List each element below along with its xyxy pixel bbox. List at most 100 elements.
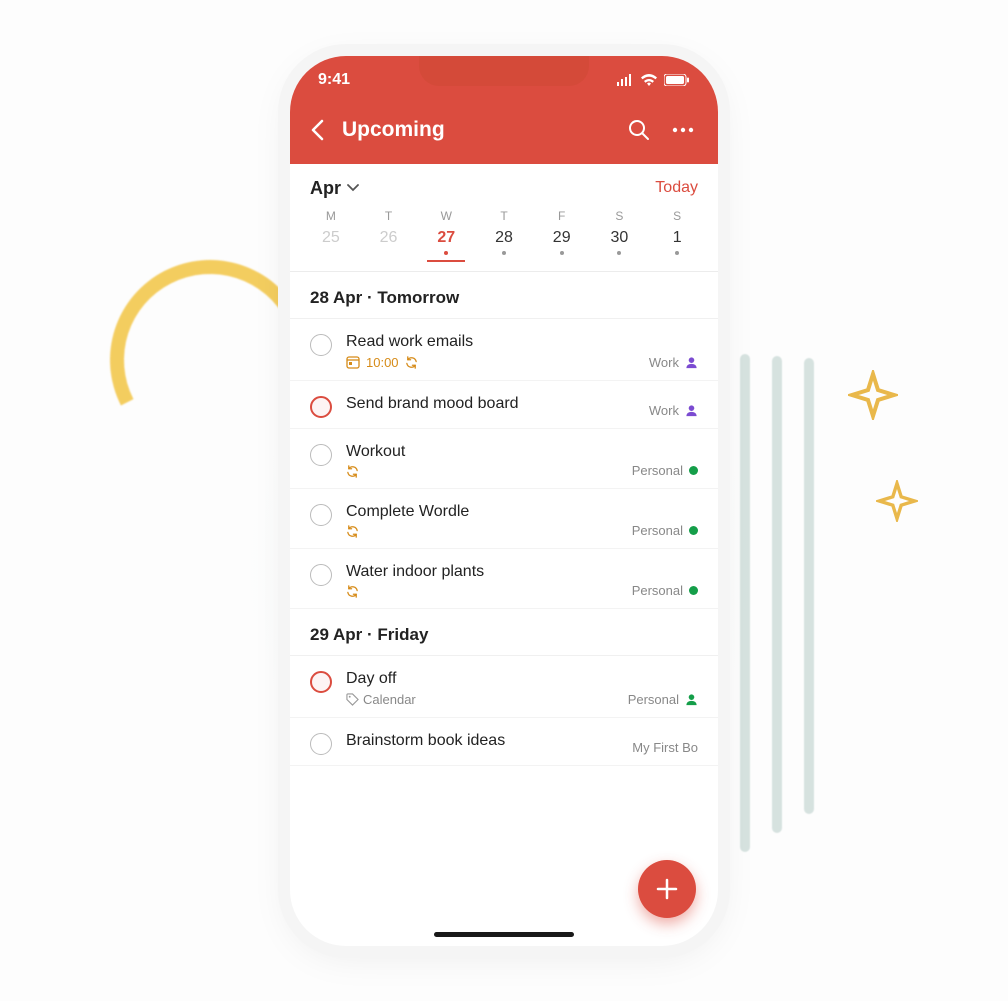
plus-icon (654, 876, 680, 902)
day-dot (617, 251, 621, 255)
task-time: 10:00 (366, 355, 399, 370)
task-meta: 10:00 (346, 355, 635, 370)
project-name: Work (649, 355, 679, 370)
day-cell[interactable]: W 27 (417, 209, 475, 261)
back-button[interactable] (298, 111, 336, 149)
tag-icon (346, 693, 359, 706)
task-project: My First Bo (632, 732, 698, 755)
status-time: 9:41 (318, 71, 350, 89)
search-icon (628, 119, 650, 141)
day-of-week: T (475, 209, 533, 223)
section-header: 29 Apr · Friday (290, 609, 718, 656)
task-meta: Calendar (346, 692, 614, 707)
task-list[interactable]: 28 Apr · Tomorrow Read work emails 10:00 Wo… (290, 272, 718, 938)
task-body: Complete Wordle (346, 503, 618, 538)
phone-notch (419, 56, 589, 86)
day-of-week: M (302, 209, 360, 223)
signal-icon (616, 74, 634, 86)
project-name: Personal (628, 692, 679, 707)
task-checkbox[interactable] (310, 564, 332, 586)
task-row[interactable]: Water indoor plants Personal (290, 549, 718, 609)
task-recurring-indicator (346, 465, 359, 478)
day-number: 29 (533, 229, 591, 247)
task-label: Calendar (346, 692, 416, 707)
task-title: Day off (346, 670, 614, 688)
task-row[interactable]: Day off Calendar Personal (290, 656, 718, 718)
day-of-week: F (533, 209, 591, 223)
day-cell[interactable]: S1 (648, 209, 706, 261)
day-number: 27 (417, 229, 475, 247)
recurring-icon (346, 525, 359, 538)
recurring-icon (346, 465, 359, 478)
month-selector-row: Apr Today (290, 164, 718, 209)
task-title: Water indoor plants (346, 563, 618, 581)
day-number: 1 (648, 229, 706, 247)
home-indicator (434, 932, 574, 937)
background-lines (708, 350, 828, 880)
recurring-icon (405, 356, 418, 369)
day-number: 26 (360, 229, 418, 247)
chevron-down-icon (347, 184, 359, 192)
task-project: Personal (628, 670, 698, 707)
task-row[interactable]: Workout Personal (290, 429, 718, 489)
task-checkbox[interactable] (310, 733, 332, 755)
month-picker[interactable]: Apr (310, 178, 359, 199)
day-dot (444, 251, 448, 255)
month-label: Apr (310, 178, 341, 199)
day-cell[interactable]: F 29 (533, 209, 591, 261)
page-title: Upcoming (342, 118, 614, 142)
day-cell[interactable]: T28 (475, 209, 533, 261)
day-number: 30 (591, 229, 649, 247)
day-cell[interactable]: T26 (360, 209, 418, 261)
day-dot (675, 251, 679, 255)
task-checkbox[interactable] (310, 504, 332, 526)
task-body: Send brand mood board (346, 395, 635, 418)
project-name: Personal (632, 523, 683, 538)
day-number: 25 (302, 229, 360, 247)
day-dot (502, 251, 506, 255)
task-title: Workout (346, 443, 618, 461)
app-header: Upcoming (290, 104, 718, 164)
task-checkbox[interactable] (310, 334, 332, 356)
day-of-week: W (417, 209, 475, 223)
task-recurring-indicator (405, 356, 418, 369)
search-button[interactable] (620, 111, 658, 149)
task-row[interactable]: Read work emails 10:00 Work (290, 319, 718, 381)
task-project: Work (649, 333, 698, 370)
task-row[interactable]: Send brand mood board Work (290, 381, 718, 429)
add-task-fab[interactable] (638, 860, 696, 918)
task-title: Read work emails (346, 333, 635, 351)
task-checkbox[interactable] (310, 671, 332, 693)
day-dot (560, 251, 564, 255)
selected-day-underline (427, 260, 465, 262)
day-of-week: S (648, 209, 706, 223)
task-project: Personal (632, 503, 698, 538)
person-icon (685, 404, 698, 417)
chevron-left-icon (310, 119, 324, 141)
day-of-week: S (591, 209, 649, 223)
task-row[interactable]: Complete Wordle Personal (290, 489, 718, 549)
project-name: Work (649, 403, 679, 418)
battery-icon (664, 74, 690, 86)
more-button[interactable] (664, 111, 702, 149)
day-cell[interactable]: S 30 (591, 209, 649, 261)
recurring-icon (346, 585, 359, 598)
task-project: Personal (632, 563, 698, 598)
task-meta (346, 525, 618, 538)
task-checkbox[interactable] (310, 396, 332, 418)
task-checkbox[interactable] (310, 444, 332, 466)
project-color-dot (689, 586, 698, 595)
task-row[interactable]: Brainstorm book ideas My First Bo (290, 718, 718, 766)
phone-frame: 9:41 Upcoming Apr Today M25T26W27T28F29S… (290, 56, 718, 946)
calendar-icon (346, 355, 360, 369)
more-horizontal-icon (672, 127, 694, 133)
task-title: Send brand mood board (346, 395, 635, 413)
day-cell[interactable]: M 25 (302, 209, 360, 261)
week-strip: M25T26W27T28F29S30S1 (290, 209, 718, 272)
project-name: Personal (632, 463, 683, 478)
project-name: Personal (632, 583, 683, 598)
today-button[interactable]: Today (655, 179, 698, 197)
task-body: Workout (346, 443, 618, 478)
task-title: Brainstorm book ideas (346, 732, 618, 750)
section-header: 28 Apr · Tomorrow (290, 272, 718, 319)
